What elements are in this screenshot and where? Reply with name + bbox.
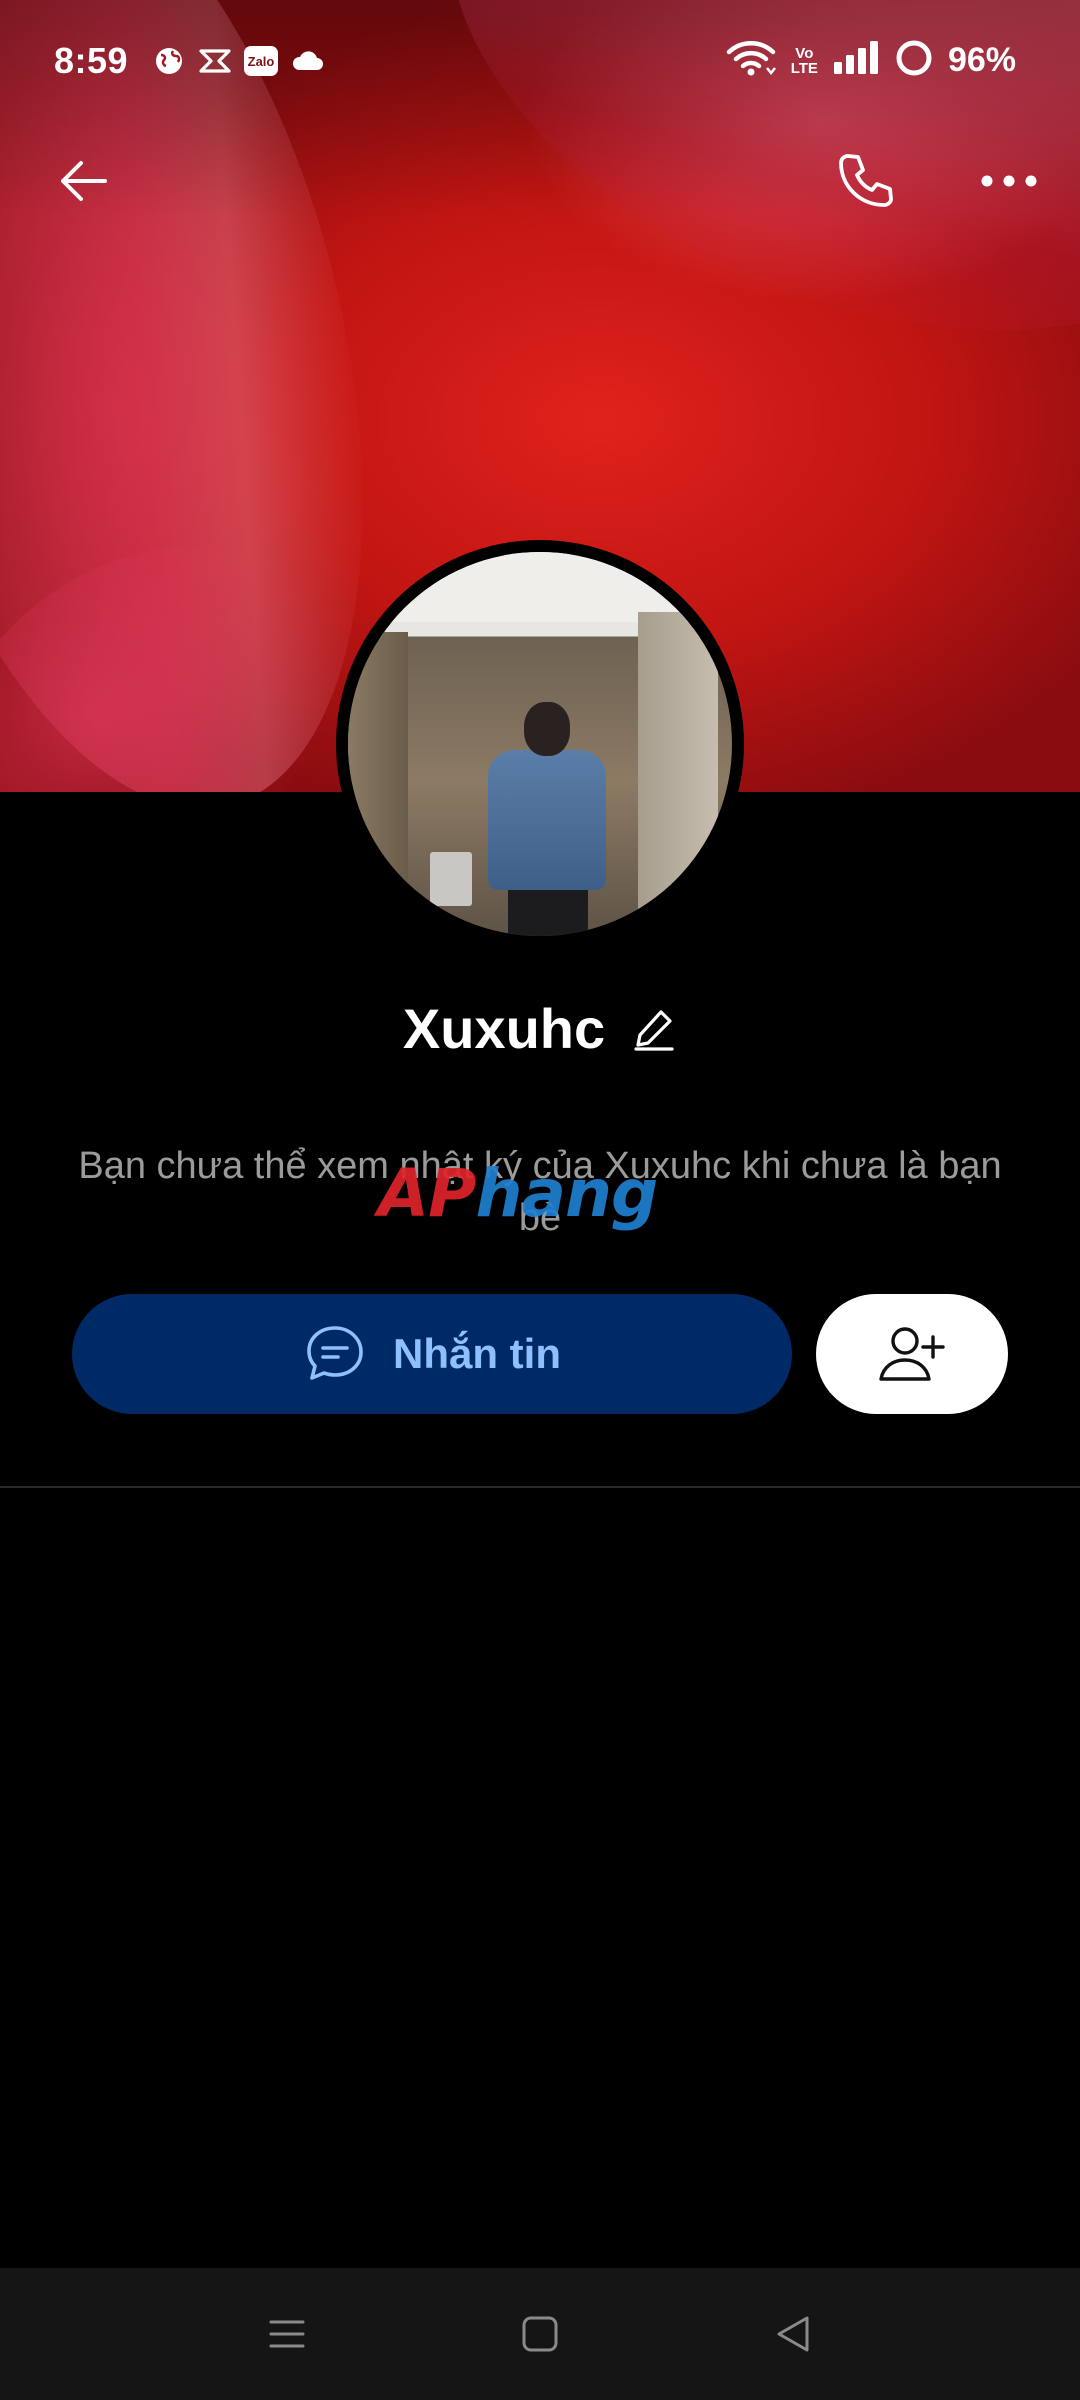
status-bar: 8:59 Zalo Vo LTE 96% [0, 0, 1080, 120]
avatar-person-body [488, 750, 606, 890]
battery-ring-icon [894, 38, 934, 83]
message-button-label: Nhắn tin [393, 1330, 561, 1377]
phone-icon [839, 154, 893, 207]
cloud-icon [290, 44, 324, 78]
watermark-red: AP [378, 1155, 476, 1232]
more-horizontal-icon [981, 175, 1037, 187]
avatar-door [638, 612, 718, 922]
system-icons: Vo LTE 96% [725, 38, 1016, 83]
avatar-bin [430, 852, 472, 906]
message-button[interactable]: Nhắn tin [72, 1294, 792, 1414]
profile-screen: 8:59 Zalo Vo LTE 96% Xuxuhc Bạn chưa thể… [0, 0, 1080, 2400]
watermark-logo: APhang [378, 1158, 708, 1230]
call-button[interactable] [820, 136, 910, 226]
arrow-left-icon [61, 161, 107, 201]
back-nav-button[interactable] [748, 2289, 838, 2379]
volte-bottom: LTE [790, 59, 818, 77]
avatar-wall [348, 632, 408, 936]
navigation-bar [0, 2268, 1080, 2400]
more-options-button[interactable] [964, 136, 1054, 226]
home-button[interactable] [495, 2289, 585, 2379]
back-button[interactable] [38, 136, 128, 226]
edit-name-button[interactable] [631, 1006, 677, 1052]
zalo-icon: Zalo [244, 44, 278, 78]
square-icon [522, 2316, 558, 2352]
battery-percent: 96% [947, 41, 1016, 79]
capcut-icon [198, 44, 232, 78]
signal-icon [832, 40, 880, 81]
add-friend-button[interactable] [816, 1294, 1008, 1414]
avatar-person-head [524, 702, 570, 756]
section-divider [0, 1486, 1080, 1488]
recent-apps-button[interactable] [242, 2289, 332, 2379]
status-time: 8:59 [54, 40, 129, 81]
globe-icon [152, 44, 186, 78]
add-user-icon [879, 1327, 945, 1381]
chat-bubble-icon [307, 1326, 363, 1380]
profile-name: Xuxuhc [402, 997, 606, 1060]
avatar-photo [348, 552, 732, 936]
avatar[interactable] [336, 540, 744, 948]
watermark-blue: hang [475, 1155, 658, 1232]
volte-indicator: Vo LTE [791, 46, 818, 76]
pencil-icon [634, 1009, 674, 1051]
name-row: Xuxuhc [0, 996, 1080, 1061]
wifi-icon [725, 38, 777, 83]
menu-lines-icon [269, 2320, 305, 2348]
notification-icons: Zalo [152, 44, 324, 78]
triangle-back-icon [777, 2316, 809, 2352]
